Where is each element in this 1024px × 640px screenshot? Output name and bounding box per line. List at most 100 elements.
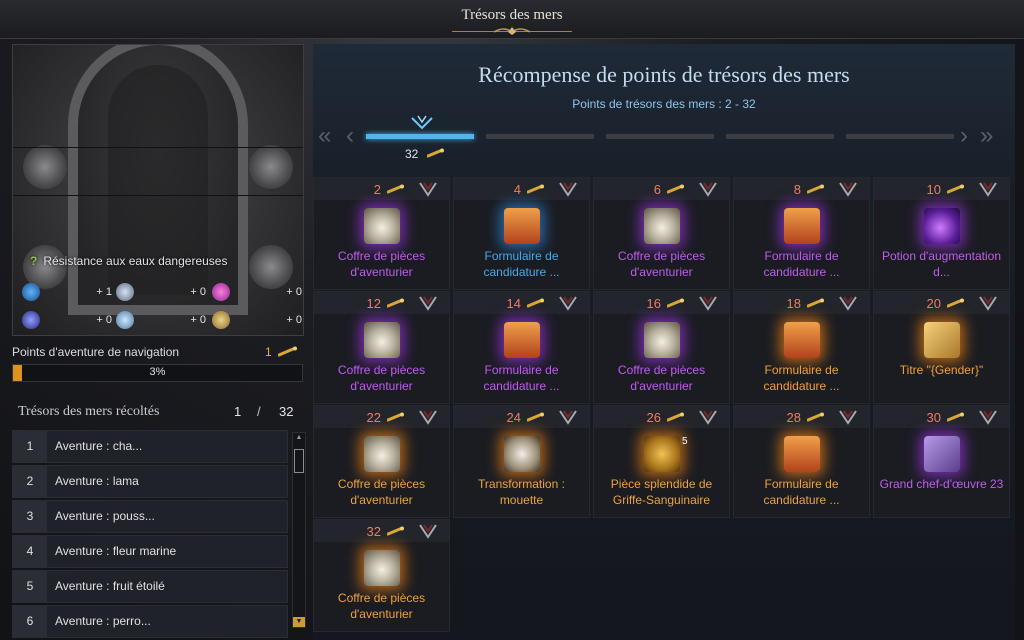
chest-icon	[644, 208, 680, 244]
claim-status-icon	[699, 410, 717, 425]
nav-points-label: Points d'aventure de navigation	[12, 345, 180, 359]
tier-bar-1[interactable]	[366, 134, 474, 139]
reward-points: 12	[366, 296, 381, 311]
reward-name: Coffre de pièces d'aventurier	[617, 249, 706, 279]
reward-card-32[interactable]: 32 Coffre de pièces d'aventurier	[313, 519, 450, 632]
first-page-icon[interactable]: «	[318, 124, 331, 148]
list-scrollbar[interactable]: ▲ ▼	[292, 432, 306, 628]
chest-icon	[364, 436, 400, 472]
claim-status-icon	[839, 182, 857, 197]
spyglass-icon	[527, 184, 544, 194]
stat-wind: + 0	[116, 283, 206, 303]
reward-card-24[interactable]: 24 Transformation : mouette	[453, 405, 590, 518]
ornament	[23, 145, 67, 189]
last-page-icon[interactable]: »	[980, 124, 993, 148]
scroll-icon	[784, 322, 820, 358]
harvest-current: 1	[234, 404, 242, 419]
next-page-icon[interactable]: ›	[960, 124, 968, 148]
prev-page-icon[interactable]: ‹	[346, 124, 354, 148]
reward-points: 2	[373, 182, 381, 197]
ice-icon	[116, 311, 134, 329]
reward-points: 28	[786, 410, 801, 425]
reward-card-6[interactable]: 6 Coffre de pièces d'aventurier	[593, 177, 730, 290]
reward-card-22[interactable]: 22 Coffre de pièces d'aventurier	[313, 405, 450, 518]
reward-points: 4	[513, 182, 521, 197]
spyglass-icon	[278, 346, 297, 357]
harvest-list: 1 Aventure : cha... 2 Aventure : lama 3 Ave…	[12, 430, 288, 640]
spyglass-icon	[667, 184, 684, 194]
reward-points: 32	[366, 524, 381, 539]
claim-status-icon	[419, 296, 437, 311]
claim-status-icon	[419, 410, 437, 425]
stat-storm: + 0	[22, 311, 112, 331]
reward-card-20[interactable]: 20 Titre "{Gender}"	[873, 291, 1010, 404]
list-item[interactable]: 1 Aventure : cha...	[12, 430, 288, 463]
claim-status-icon	[419, 524, 437, 539]
spyglass-icon	[807, 412, 824, 422]
tier-value: 32	[405, 147, 419, 161]
reward-card-16[interactable]: 16 Coffre de pièces d'aventurier	[593, 291, 730, 404]
reward-points: 30	[926, 410, 941, 425]
harvest-total: 32	[279, 404, 294, 419]
map-icon	[924, 436, 960, 472]
reward-name: Formulaire de candidature ...	[763, 477, 840, 507]
claim-status-icon	[559, 410, 577, 425]
spyglass-icon	[947, 184, 964, 194]
reward-card-18[interactable]: 18 Formulaire de candidature ...	[733, 291, 870, 404]
reward-card-8[interactable]: 8 Formulaire de candidature ...	[733, 177, 870, 290]
title-ornament-icon	[493, 27, 531, 35]
spyglass-icon	[807, 184, 824, 194]
scroll-icon	[504, 322, 540, 358]
help-icon[interactable]: ?	[30, 254, 37, 268]
reward-card-12[interactable]: 12 Coffre de pièces d'aventurier	[313, 291, 450, 404]
list-item[interactable]: 4 Aventure : fleur marine	[12, 535, 288, 568]
list-item[interactable]: 6 Aventure : perro...	[12, 605, 288, 638]
reward-card-2[interactable]: 2 Coffre de pièces d'aventurier	[313, 177, 450, 290]
spyglass-icon	[947, 298, 964, 308]
tier-bar-4[interactable]	[726, 134, 834, 139]
claim-status-icon	[979, 410, 997, 425]
reward-card-14[interactable]: 14 Formulaire de candidature ...	[453, 291, 590, 404]
list-item[interactable]: 2 Aventure : lama	[12, 465, 288, 498]
potion-icon	[924, 208, 960, 244]
reward-name: Coffre de pièces d'aventurier	[337, 363, 426, 393]
spyglass-icon	[387, 412, 404, 422]
divider-line	[13, 147, 303, 148]
reward-card-10[interactable]: 10 Potion d'augmentation d...	[873, 177, 1010, 290]
scroll-thumb[interactable]	[294, 449, 304, 473]
scroll-up-icon[interactable]: ▲	[293, 433, 305, 443]
claim-status-icon	[699, 296, 717, 311]
reward-points: 6	[653, 182, 661, 197]
reward-name: Coffre de pièces d'aventurier	[337, 591, 426, 621]
resistance-title[interactable]: ? Résistance aux eaux dangereuses	[30, 254, 227, 268]
claim-status-icon	[979, 296, 997, 311]
stat-whirlpool: + 0	[212, 311, 302, 331]
wave-icon	[22, 283, 40, 301]
stat-fish: + 0	[212, 283, 302, 303]
tier-bar-3[interactable]	[606, 134, 714, 139]
harvest-separator: /	[257, 404, 261, 419]
scroll-icon	[504, 208, 540, 244]
list-item[interactable]: 3 Aventure : pouss...	[12, 500, 288, 533]
reward-name: Transformation : mouette	[478, 477, 565, 507]
title-bar: Trésors des mers	[0, 0, 1024, 39]
reward-card-30[interactable]: 30 Grand chef-d'œuvre 23	[873, 405, 1010, 518]
chest-icon	[644, 322, 680, 358]
reward-card-4[interactable]: 4 Formulaire de candidature ...	[453, 177, 590, 290]
list-item[interactable]: 5 Aventure : fruit étoilé	[12, 570, 288, 603]
spyglass-icon	[387, 184, 404, 194]
reward-points: 10	[926, 182, 941, 197]
chest-icon	[364, 208, 400, 244]
item-quantity: 5	[682, 436, 688, 447]
tier-bar-2[interactable]	[486, 134, 594, 139]
claim-status-icon	[979, 182, 997, 197]
scroll-down-icon[interactable]: ▼	[293, 617, 305, 627]
reward-card-26[interactable]: 26 5 Pièce splendide de Griffe-Sanguinaire	[593, 405, 730, 518]
reward-name: Titre "{Gender}"	[899, 363, 984, 377]
tier-bar-5[interactable]	[846, 134, 954, 139]
reward-card-28[interactable]: 28 Formulaire de candidature ...	[733, 405, 870, 518]
spyglass-icon	[667, 412, 684, 422]
reward-points: 24	[506, 410, 521, 425]
reward-name: Coffre de pièces d'aventurier	[617, 363, 706, 393]
claim-status-icon	[559, 182, 577, 197]
